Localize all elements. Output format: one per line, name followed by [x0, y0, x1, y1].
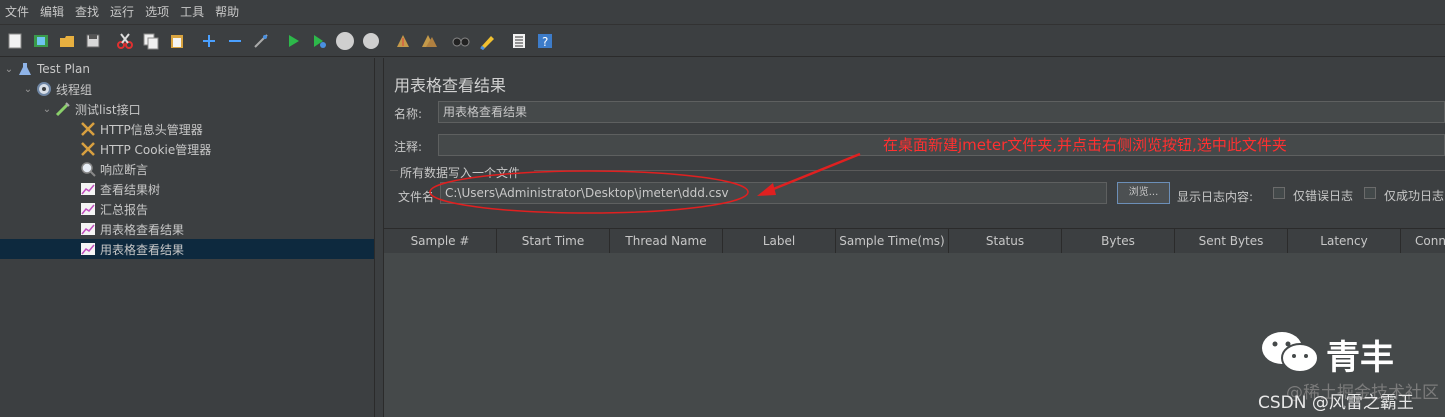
- wechat-icon: [1260, 330, 1322, 377]
- tree-item-view-table-1[interactable]: 用表格查看结果: [79, 219, 184, 239]
- col-sample-number[interactable]: Sample #: [384, 229, 497, 253]
- tree-item-summary-report[interactable]: 汇总报告: [79, 199, 148, 219]
- col-status[interactable]: Status: [949, 229, 1062, 253]
- flask-icon: [16, 60, 34, 78]
- paste-icon[interactable]: [166, 30, 188, 52]
- menu-tools[interactable]: 工具: [175, 0, 210, 24]
- graph-icon: [79, 200, 97, 218]
- watermark-csdn: CSDN @风雷之霸王: [1258, 393, 1414, 413]
- tree-item-header-manager[interactable]: HTTP信息头管理器: [79, 119, 203, 139]
- pipette-icon: [54, 100, 72, 118]
- col-bytes[interactable]: Bytes: [1062, 229, 1175, 253]
- col-start-time[interactable]: Start Time: [497, 229, 610, 253]
- tree-item-test-plan[interactable]: ⌄ Test Plan: [2, 59, 90, 79]
- magnifier-icon: [79, 160, 97, 178]
- reset-search-icon[interactable]: [476, 30, 498, 52]
- copy-icon[interactable]: [140, 30, 162, 52]
- col-thread-name[interactable]: Thread Name: [610, 229, 723, 253]
- annotation-overlay: [429, 152, 861, 214]
- tree-item-http-sampler[interactable]: ⌄ 测试list接口: [40, 99, 141, 119]
- expand-icon[interactable]: [198, 30, 220, 52]
- splitter[interactable]: [375, 58, 384, 417]
- tools-icon: [79, 140, 97, 158]
- menu-help[interactable]: 帮助: [210, 0, 245, 24]
- templates-icon[interactable]: [30, 30, 52, 52]
- tree-item-response-assertion[interactable]: 响应断言: [79, 159, 148, 179]
- col-label[interactable]: Label: [723, 229, 836, 253]
- results-table-header: Sample # Start Time Thread Name Label Sa…: [384, 228, 1445, 254]
- graph-icon: [79, 240, 97, 258]
- clear-icon[interactable]: [392, 30, 414, 52]
- help-icon[interactable]: ?: [534, 30, 556, 52]
- tree-item-cookie-manager[interactable]: HTTP Cookie管理器: [79, 139, 211, 159]
- graph-icon: [79, 180, 97, 198]
- chevron-down-icon[interactable]: ⌄: [21, 84, 35, 95]
- menu-edit[interactable]: 编辑: [35, 0, 70, 24]
- search-icon[interactable]: [450, 30, 472, 52]
- watermark-name: 青丰: [1326, 338, 1394, 378]
- tools-icon: [79, 120, 97, 138]
- menu-run[interactable]: 运行: [105, 0, 140, 24]
- test-plan-tree: ⌄ Test Plan ⌄ 线程组 ⌄ 测试list接口 HTTP信息头管理器 …: [0, 58, 375, 417]
- col-latency[interactable]: Latency: [1288, 229, 1401, 253]
- gear-icon: [35, 80, 53, 98]
- stop-icon[interactable]: [334, 30, 356, 52]
- chevron-down-icon[interactable]: ⌄: [2, 64, 16, 75]
- new-icon[interactable]: [4, 30, 26, 52]
- shutdown-icon[interactable]: [360, 30, 382, 52]
- chevron-down-icon[interactable]: ⌄: [40, 104, 54, 115]
- tree-item-thread-group[interactable]: ⌄ 线程组: [21, 79, 92, 99]
- open-icon[interactable]: [56, 30, 78, 52]
- collapse-icon[interactable]: [224, 30, 246, 52]
- menu-search[interactable]: 查找: [70, 0, 105, 24]
- col-sample-time[interactable]: Sample Time(ms): [836, 229, 949, 253]
- menu-bar: 文件 编辑 查找 运行 选项 工具 帮助: [0, 0, 1445, 25]
- toolbar: ?: [0, 25, 1445, 57]
- start-no-pause-icon[interactable]: [308, 30, 330, 52]
- function-helper-icon[interactable]: [508, 30, 530, 52]
- menu-file[interactable]: 文件: [0, 0, 35, 24]
- clear-all-icon[interactable]: [418, 30, 440, 52]
- menu-options[interactable]: 选项: [140, 0, 175, 24]
- graph-icon: [79, 220, 97, 238]
- start-icon[interactable]: [282, 30, 304, 52]
- col-sent-bytes[interactable]: Sent Bytes: [1175, 229, 1288, 253]
- tree-item-view-table-2[interactable]: 用表格查看结果: [0, 239, 374, 259]
- cut-icon[interactable]: [114, 30, 136, 52]
- toggle-icon[interactable]: [250, 30, 272, 52]
- svg-text:?: ?: [542, 35, 548, 49]
- col-connect[interactable]: Conne: [1401, 229, 1445, 253]
- tree-item-view-results-tree[interactable]: 查看结果树: [79, 179, 160, 199]
- save-icon[interactable]: [82, 30, 104, 52]
